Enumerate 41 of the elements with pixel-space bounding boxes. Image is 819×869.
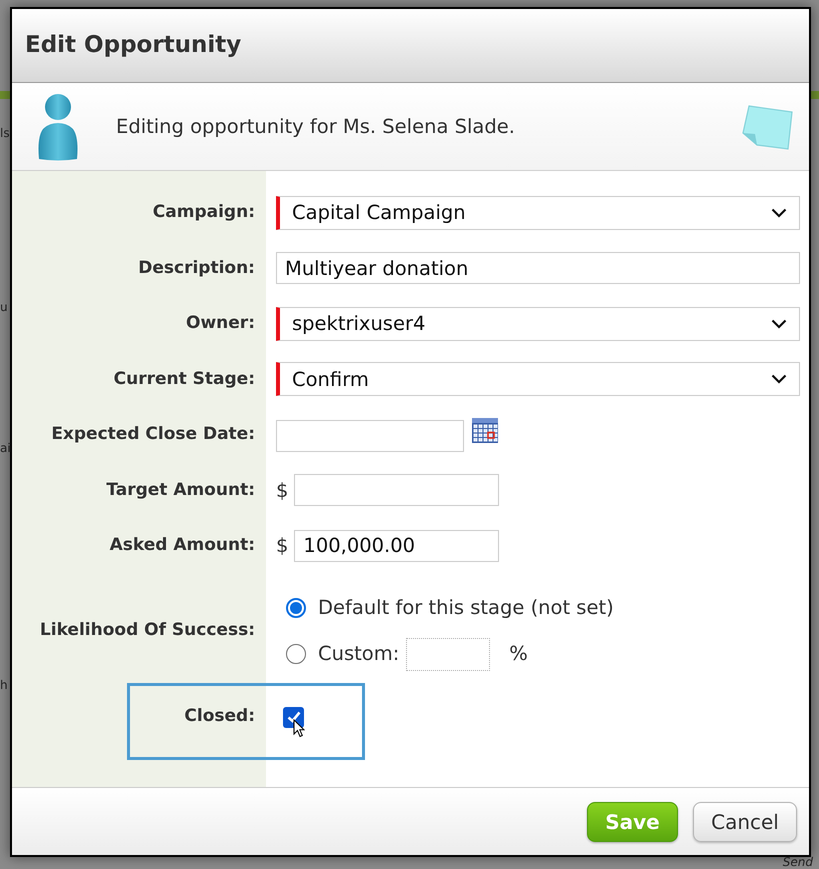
checkbox[interactable]	[283, 706, 304, 728]
person-icon	[36, 92, 80, 160]
radio-button[interactable]	[286, 644, 306, 664]
background-text: Send	[782, 856, 813, 869]
cancel-button[interactable]: Cancel	[693, 802, 797, 842]
chevron-down-icon	[771, 374, 787, 384]
field-label: Owner:	[185, 312, 256, 335]
currency-symbol: $	[276, 478, 288, 504]
chevron-down-icon	[771, 318, 787, 329]
dialog-title: Edit Opportunity	[25, 31, 242, 60]
field-label: Asked Amount:	[108, 534, 256, 557]
amount-field[interactable]	[294, 474, 500, 506]
select-field[interactable]: Capital Campaign	[276, 196, 800, 230]
field-label: Description:	[137, 256, 256, 280]
percent-sign: %	[509, 641, 528, 668]
option-label: Default for this stage (not set)	[318, 595, 614, 622]
background-text: ls	[0, 126, 10, 140]
radio-button[interactable]	[286, 598, 306, 618]
field-label: Campaign:	[152, 201, 256, 224]
chevron-down-icon	[771, 208, 787, 218]
calendar-icon[interactable]	[472, 418, 498, 443]
field-label: Current Stage:	[112, 368, 256, 390]
checkmark-icon	[286, 711, 300, 723]
text-field[interactable]: Multiyear donation	[276, 252, 800, 284]
field-label: Likelihood Of Success:	[38, 619, 256, 642]
sticky-note-icon	[741, 102, 793, 150]
field-label: Target Amount:	[105, 478, 256, 502]
percent-field[interactable]	[406, 638, 490, 670]
select-field[interactable]: spektrixuser4	[276, 306, 800, 341]
background-text: h	[0, 678, 8, 692]
intro-text: Editing opportunity for Ms. Selena Slade.	[116, 114, 515, 140]
currency-symbol: $	[276, 533, 288, 560]
select-field[interactable]: Confirm	[276, 362, 800, 396]
amount-field[interactable]: 100,000.00	[294, 530, 500, 562]
mouse-cursor-icon	[293, 718, 305, 738]
field-label: Closed:	[183, 705, 256, 728]
background-text: ai	[0, 441, 11, 455]
background-text: u	[0, 300, 8, 314]
option-label: Custom:	[318, 641, 400, 668]
field-label: Expected Close Date:	[50, 423, 256, 446]
date-field[interactable]	[276, 420, 464, 452]
